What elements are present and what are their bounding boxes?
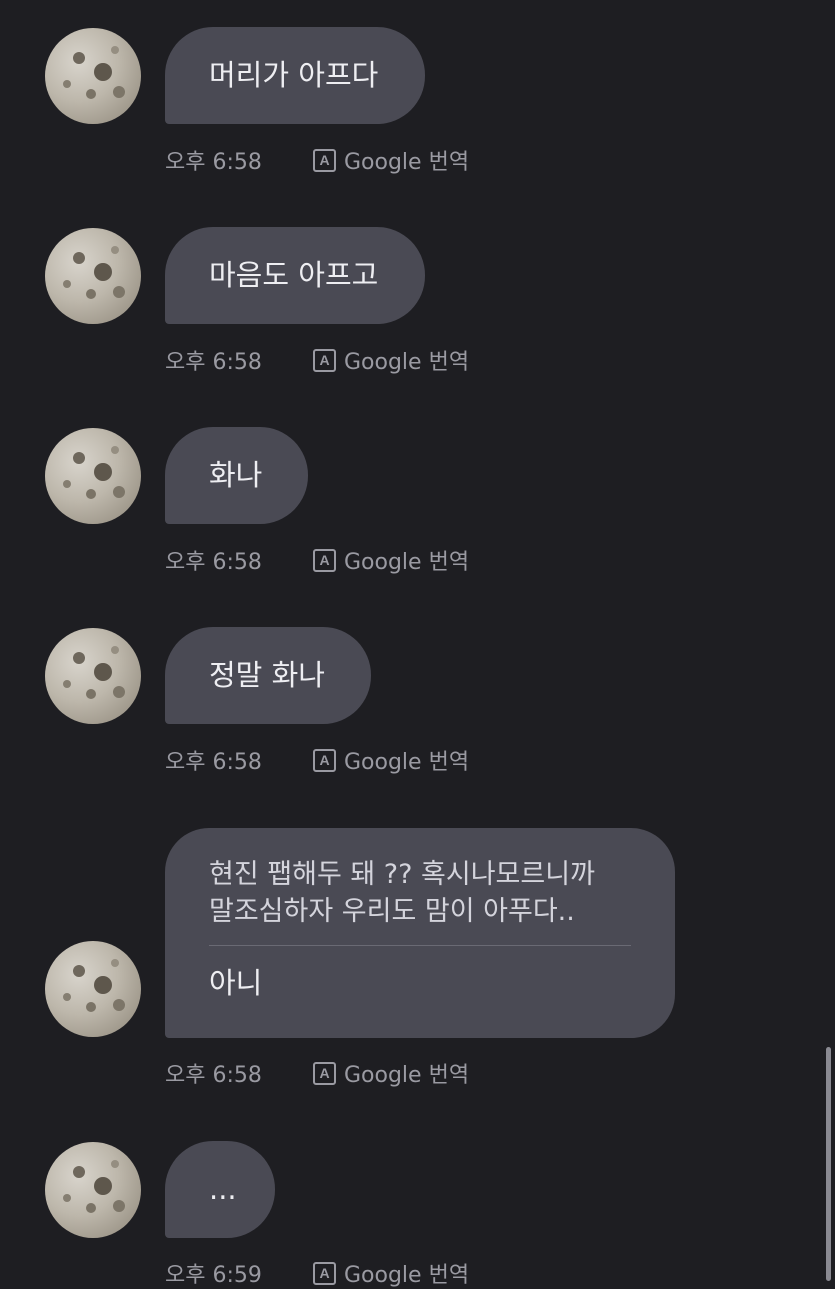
profile-avatar[interactable]	[45, 1142, 141, 1238]
message-time: 오후 6:58	[165, 750, 262, 775]
message-time: 오후 6:58	[165, 150, 262, 175]
profile-avatar[interactable]	[45, 628, 141, 724]
scrollbar[interactable]	[826, 1047, 831, 1281]
message-bubble[interactable]: 마음도 아프고	[165, 227, 425, 324]
translate-icon: A	[313, 1061, 336, 1085]
message-bubble[interactable]: 머리가 아프다	[165, 27, 425, 124]
message-time: 오후 6:58	[165, 1063, 262, 1088]
message-time: 오후 6:58	[165, 550, 262, 575]
message-bubble[interactable]: 화나	[165, 427, 308, 524]
message-meta: 오후 6:58 A Google 번역	[165, 1057, 469, 1089]
profile-avatar[interactable]	[45, 428, 141, 524]
translate-label: Google 번역	[344, 750, 470, 775]
message-bubble[interactable]: 정말 화나	[165, 627, 371, 724]
reply-message-bubble[interactable]: 현진 팹해두 돼 ?? 혹시나모르니까 말조심하자 우리도 맘이 아푸다.. 아…	[165, 828, 675, 1038]
message-meta: 오후 6:59 A Google 번역	[165, 1257, 469, 1289]
quoted-line: 말조심하자 우리도 맘이 아푸다..	[209, 896, 575, 927]
translate-label: Google 번역	[344, 350, 470, 375]
message-meta: 오후 6:58 A Google 번역	[165, 344, 469, 376]
translate-label: Google 번역	[344, 150, 470, 175]
translate-icon: A	[313, 748, 336, 772]
message-time: 오후 6:59	[165, 1263, 262, 1288]
reply-text: 아니	[209, 966, 263, 1000]
profile-avatar[interactable]	[45, 228, 141, 324]
quoted-message[interactable]: 현진 팹해두 돼 ?? 혹시나모르니까 말조심하자 우리도 맘이 아푸다..	[209, 856, 631, 930]
message-meta: 오후 6:58 A Google 번역	[165, 544, 469, 576]
quote-divider	[209, 945, 631, 946]
profile-avatar[interactable]	[45, 28, 141, 124]
translate-icon: A	[313, 148, 336, 172]
translate-label: Google 번역	[344, 1063, 470, 1088]
quoted-line: 현진 팹해두 돼 ?? 혹시나모르니까	[209, 859, 595, 890]
message-time: 오후 6:58	[165, 350, 262, 375]
translate-label: Google 번역	[344, 550, 470, 575]
translate-icon: A	[313, 1261, 336, 1285]
google-translate-button[interactable]: A Google 번역	[313, 544, 469, 576]
google-translate-button[interactable]: A Google 번역	[313, 344, 469, 376]
translate-label: Google 번역	[344, 1263, 470, 1288]
message-meta: 오후 6:58 A Google 번역	[165, 744, 469, 776]
message-bubble[interactable]: ...	[165, 1141, 275, 1238]
google-translate-button[interactable]: A Google 번역	[313, 744, 469, 776]
profile-avatar[interactable]	[45, 941, 141, 1037]
chat-log[interactable]: 머리가 아프다 오후 6:58 A Google 번역 마음도 아프고 오후 6…	[0, 0, 835, 1288]
google-translate-button[interactable]: A Google 번역	[313, 144, 469, 176]
translate-icon: A	[313, 548, 336, 572]
message-meta: 오후 6:58 A Google 번역	[165, 144, 469, 176]
google-translate-button[interactable]: A Google 번역	[313, 1057, 469, 1089]
google-translate-button[interactable]: A Google 번역	[313, 1257, 469, 1289]
translate-icon: A	[313, 348, 336, 372]
